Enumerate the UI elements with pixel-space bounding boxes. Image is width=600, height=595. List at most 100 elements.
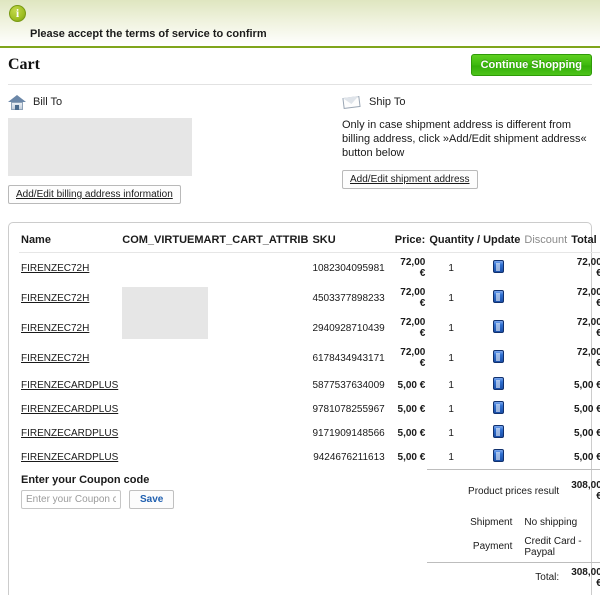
cell-discount — [522, 283, 569, 313]
cell-total: 72,00 € — [576, 347, 600, 369]
spacer-cell-2 — [19, 532, 427, 563]
quantity-value[interactable]: 1 — [448, 452, 454, 463]
payment-label: Payment — [472, 541, 513, 552]
quantity-value[interactable]: 1 — [448, 353, 454, 364]
edit-shipment-address-button[interactable]: Add/Edit shipment address — [342, 170, 478, 189]
quantity-value[interactable]: 1 — [448, 263, 454, 274]
payment-row: Payment Credit Card - Paypal — [19, 532, 600, 563]
edit-shipment-address-label: Add/Edit shipment address — [350, 174, 470, 185]
col-header-quantity-update: Quantity / Update — [427, 231, 523, 253]
cell-quantity: 1 — [427, 397, 475, 421]
col-header-sku: SKU — [310, 231, 393, 253]
edit-billing-address-button[interactable]: Add/Edit billing address information — [8, 185, 181, 204]
product-link[interactable]: FIRENZEC72H — [21, 293, 89, 304]
cart-summary-body: Enter your Coupon code Save Product pric… — [19, 469, 600, 593]
shipment-row: Shipment No shipping — [19, 513, 600, 532]
coupon-cell: Enter your Coupon code Save — [19, 470, 427, 513]
attribute-placeholder — [122, 287, 209, 339]
grand-total-label: Total: — [427, 561, 570, 593]
cell-sku: 6178434943171 — [312, 352, 385, 364]
col-header-total: Total — [569, 231, 600, 253]
update-icon[interactable] — [493, 320, 505, 333]
quantity-value[interactable]: 1 — [448, 380, 454, 391]
product-link[interactable]: FIRENZEC72H — [21, 263, 89, 274]
quantity-value[interactable]: 1 — [448, 404, 454, 415]
product-link[interactable]: FIRENZEC72H — [21, 353, 89, 364]
cart-header: Cart Continue Shopping — [8, 48, 592, 84]
update-icon[interactable] — [493, 350, 505, 363]
quantity-value[interactable]: 1 — [448, 293, 454, 304]
quantity-value[interactable]: 1 — [448, 428, 454, 439]
ship-to-heading: Ship To — [342, 93, 592, 111]
col-header-name: Name — [19, 231, 121, 253]
table-row: FIRENZECARDPLUS 9171909148566 5,00 € 1 5,00 … — [19, 421, 600, 445]
update-icon[interactable] — [493, 290, 505, 303]
cell-product-name: FIRENZECARDPLUS — [19, 421, 120, 445]
cell-update — [475, 343, 523, 373]
table-row: FIRENZEC72H 6178434943171 72,00 € 1 72,00 € — [19, 343, 600, 373]
cell-discount — [522, 421, 569, 445]
update-icon[interactable] — [493, 449, 505, 462]
shipment-label: Shipment — [470, 516, 513, 528]
payment-value: Credit Card - Paypal — [524, 535, 582, 558]
coupon-save-button[interactable]: Save — [129, 489, 175, 509]
cell-price: 5,00 € — [397, 451, 426, 463]
table-header-row: Name COM_VIRTUEMART_CART_ATTRIB SKU Pric… — [19, 231, 600, 253]
cart-table-body: FIRENZEC72H 1082304095981 72,00 €1 72,00 € F… — [19, 253, 600, 470]
cart-panel: Name COM_VIRTUEMART_CART_ATTRIB SKU Pric… — [8, 222, 600, 595]
product-prices-row: Enter your Coupon code Save Product pric… — [19, 469, 600, 513]
bill-to-column: Bill To Add/Edit billing address informa… — [8, 93, 300, 204]
coupon-input[interactable] — [21, 489, 121, 509]
cell-total: 72,00 € — [576, 287, 600, 309]
cell-attributes — [120, 397, 310, 421]
cell-quantity: 1 — [427, 421, 475, 445]
cell-update — [475, 445, 523, 470]
cell-product-name: FIRENZECARDPLUS — [19, 373, 120, 397]
cell-discount — [522, 397, 569, 421]
cell-sku: 9171909148566 — [312, 427, 385, 439]
spacer-cell-3 — [19, 562, 427, 593]
cell-update — [475, 373, 523, 397]
cell-quantity: 1 — [427, 253, 475, 284]
continue-shopping-button[interactable]: Continue Shopping — [470, 54, 592, 76]
cell-product-name: FIRENZEC72H — [19, 313, 120, 343]
product-link[interactable]: FIRENZECARDPLUS — [21, 380, 118, 391]
product-link[interactable]: FIRENZEC72H — [21, 323, 89, 334]
product-link[interactable]: FIRENZECARDPLUS — [21, 452, 118, 463]
product-link[interactable]: FIRENZECARDPLUS — [21, 404, 118, 415]
col-header-attributes: COM_VIRTUEMART_CART_ATTRIB — [120, 231, 311, 253]
cell-sku: 4503377898233 — [312, 292, 385, 304]
cell-total: 5,00 € — [573, 451, 600, 463]
cell-price: 5,00 € — [397, 427, 426, 439]
product-prices-value: 308,00 € — [569, 469, 600, 513]
update-icon[interactable] — [493, 377, 505, 390]
cell-sku: 9781078255967 — [312, 403, 385, 415]
cell-discount — [522, 373, 569, 397]
cell-discount — [522, 343, 569, 373]
table-row: FIRENZEC72H 1082304095981 72,00 € 1 72,00 € — [19, 253, 600, 339]
coupon-row: Save — [21, 489, 425, 509]
envelope-icon — [342, 95, 362, 110]
cell-sku: 5877537634009 — [312, 379, 385, 391]
info-icon: i — [9, 5, 26, 22]
product-link[interactable]: FIRENZECARDPLUS — [21, 428, 118, 439]
update-icon[interactable] — [493, 260, 505, 273]
col-header-price: Price: — [392, 231, 428, 253]
cell-price: 72,00 € — [400, 347, 426, 369]
cell-total: 72,00 € — [576, 257, 600, 279]
cell-attributes — [120, 253, 310, 374]
address-section: Bill To Add/Edit billing address informa… — [8, 93, 592, 204]
cell-attributes — [120, 373, 310, 397]
ship-to-note: Only in case shipment address is differe… — [342, 119, 587, 159]
update-icon[interactable] — [493, 401, 505, 414]
quantity-value[interactable]: 1 — [448, 323, 454, 334]
grand-total-row: Total: 308,00 € — [19, 561, 600, 593]
header-divider — [8, 84, 592, 85]
cell-discount — [522, 253, 569, 284]
cell-quantity: 1 — [427, 445, 475, 470]
info-banner: i Please accept the terms of service to … — [0, 0, 600, 48]
cell-total: 72,00 € — [576, 317, 600, 339]
cell-sku: 9424676211613 — [313, 451, 385, 463]
cell-quantity: 1 — [427, 283, 475, 313]
update-icon[interactable] — [493, 425, 505, 438]
